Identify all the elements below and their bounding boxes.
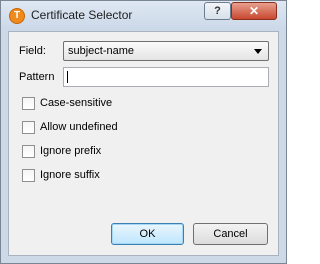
chevron-down-icon [254, 49, 262, 54]
field-label: Field: [19, 45, 46, 57]
window-title: Certificate Selector [31, 8, 133, 22]
ok-button[interactable]: OK [111, 223, 184, 245]
allow-undefined-label[interactable]: Allow undefined [40, 121, 118, 133]
title-bar[interactable]: T Certificate Selector ? ✕ [1, 1, 286, 30]
dialog-body: Field: subject-name Pattern Case-sensiti… [8, 31, 279, 256]
case-sensitive-checkbox[interactable] [22, 97, 35, 110]
field-select[interactable]: subject-name [63, 41, 269, 61]
case-sensitive-label[interactable]: Case-sensitive [40, 97, 112, 109]
app-logo-icon: T [9, 8, 25, 24]
ignore-prefix-checkbox[interactable] [22, 145, 35, 158]
field-select-value: subject-name [68, 45, 135, 57]
certificate-selector-dialog: T Certificate Selector ? ✕ Field: subjec… [0, 0, 287, 264]
text-caret [67, 71, 68, 83]
ignore-suffix-label[interactable]: Ignore suffix [40, 169, 100, 181]
help-button[interactable]: ? [204, 2, 231, 20]
pattern-label: Pattern [19, 71, 55, 83]
close-button[interactable]: ✕ [231, 2, 277, 20]
ignore-prefix-label[interactable]: Ignore prefix [40, 145, 101, 157]
pattern-input[interactable] [63, 67, 269, 87]
ignore-suffix-checkbox[interactable] [22, 169, 35, 182]
cancel-button[interactable]: Cancel [193, 223, 268, 245]
allow-undefined-checkbox[interactable] [22, 121, 35, 134]
